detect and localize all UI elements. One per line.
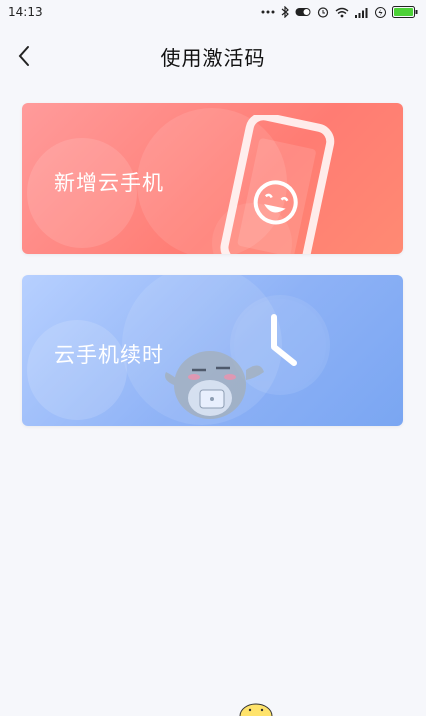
signal-icon — [355, 7, 368, 18]
wifi-icon — [335, 7, 349, 17]
bottom-peek-character — [239, 703, 273, 716]
alarm-icon — [317, 7, 329, 18]
title-bar: 使用激活码 — [0, 30, 426, 82]
smiling-phone-icon — [220, 115, 335, 254]
page-title: 使用激活码 — [160, 46, 266, 70]
status-bar: 14:13 — [0, 0, 426, 24]
mascot-character — [165, 351, 264, 419]
add-cloud-phone-label: 新增云手机 — [54, 171, 164, 195]
charging-icon — [375, 6, 386, 18]
toggle-icon — [295, 8, 311, 16]
more-dots-icon — [261, 10, 275, 14]
renew-cloud-phone-label: 云手机续时 — [54, 343, 164, 367]
battery-icon — [392, 6, 418, 18]
status-time: 14:13 — [8, 5, 43, 19]
status-icons — [261, 6, 418, 18]
bluetooth-icon — [281, 6, 289, 18]
add-cloud-phone-card[interactable]: 新增云手机 — [22, 103, 403, 254]
